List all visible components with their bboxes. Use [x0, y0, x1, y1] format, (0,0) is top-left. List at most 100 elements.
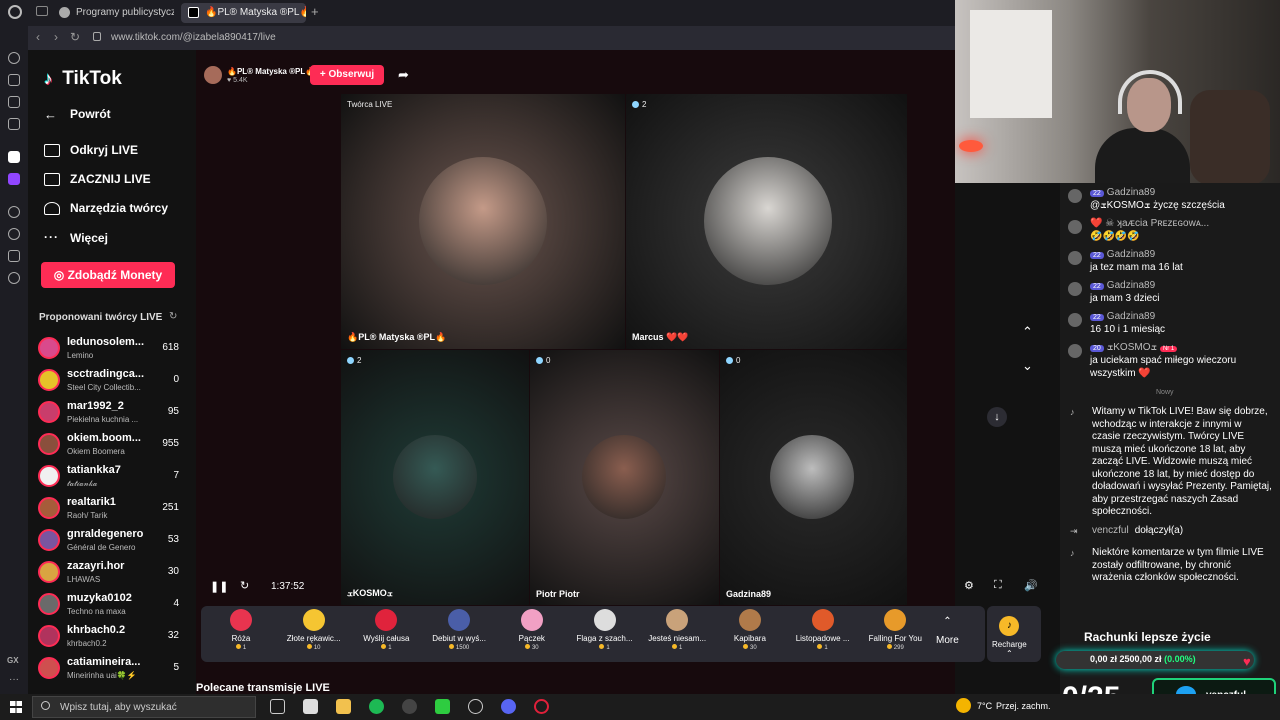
player-icon[interactable] — [8, 206, 20, 218]
get-coins-button[interactable]: ◎ Zdobądź Monety — [41, 262, 175, 288]
wallet-icon[interactable] — [8, 96, 20, 108]
creator-viewers: 955 — [162, 438, 179, 449]
chat-avatar[interactable] — [1068, 282, 1082, 296]
twitch-icon[interactable] — [8, 173, 20, 185]
creator-subtitle: Piekielna kuchnia ... — [67, 415, 139, 424]
shopping-icon[interactable] — [8, 74, 20, 86]
video-cell-guest[interactable]: 2 Marcus ❤️❤️ — [626, 94, 907, 349]
creator-item[interactable]: gnraldegenero Général de Genero 53 — [36, 526, 181, 556]
nav-discover-live[interactable]: Odkryj LIVE — [44, 143, 138, 157]
creator-item[interactable]: okiem.boom... Okiem Boomera 955 — [36, 430, 181, 460]
chat-user[interactable]: ❤️ ☠ ʞaᴁcia Pʀᴇᴢᴇɢᴏᴡᴀ... — [1090, 218, 1209, 229]
chevron-down-icon[interactable]: ⌄ — [1022, 358, 1033, 374]
chat-avatar[interactable] — [1068, 344, 1082, 358]
kick-icon[interactable] — [435, 699, 450, 714]
history-icon[interactable] — [8, 228, 20, 240]
back-icon[interactable]: ‹ — [36, 30, 40, 44]
chat-user[interactable]: Gadzina89 — [1107, 249, 1155, 260]
fullscreen-icon[interactable]: ⛶ — [994, 579, 1002, 592]
extensions-icon[interactable] — [8, 250, 20, 262]
tiktok-icon[interactable] — [8, 151, 20, 163]
task-view-icon[interactable] — [270, 699, 285, 714]
chat-avatar[interactable] — [1068, 251, 1082, 265]
tiktok-logo[interactable]: ♪ TikTok — [44, 68, 122, 90]
reload-icon[interactable]: ↻ — [70, 30, 80, 44]
messenger-icon[interactable] — [8, 118, 20, 130]
gift-item[interactable]: Kapibara 30 — [711, 609, 789, 651]
windows-taskbar: Wpisz tutaj, aby wyszukać 7°C Przej. zac… — [0, 694, 1280, 720]
creator-item[interactable]: ledunosolem... Lemino 618 — [36, 334, 181, 364]
video-cell-host[interactable]: Twórca LIVE 🔥PL® Matyska ®PL🔥 — [341, 94, 625, 349]
chat-avatar[interactable] — [1068, 220, 1082, 234]
windows-start-icon[interactable] — [10, 701, 22, 713]
creator-avatar — [38, 465, 60, 487]
gift-item[interactable]: Złote rękawic... 10 — [275, 609, 353, 651]
host-avatar[interactable] — [204, 66, 222, 84]
new-tab-button[interactable]: + — [311, 4, 319, 19]
refresh-icon[interactable]: ↻ — [169, 311, 177, 322]
chat-avatar[interactable] — [1068, 189, 1082, 203]
creator-item[interactable]: catiamineira... Mineirinha uai🍀⚡ 5 — [36, 654, 181, 684]
nav-creator-tools[interactable]: Narzędzia twórcy — [44, 201, 168, 215]
refresh-icon[interactable]: ↻ — [240, 579, 249, 592]
settings-icon[interactable] — [8, 272, 20, 284]
file-explorer-icon[interactable] — [336, 699, 351, 714]
video-cell-guest[interactable]: 0 Gadzina89 — [720, 350, 907, 605]
tab-tiktok-live[interactable]: 🔥PL® Matyska ®PL🔥 — [181, 3, 306, 23]
gift-item[interactable]: Jesteś niesam... 1 — [638, 609, 716, 651]
nav-back[interactable]: ← Powrót — [44, 107, 111, 121]
gift-item[interactable]: Wyślij całusa 1 — [347, 609, 425, 651]
tab-overview-icon[interactable] — [36, 6, 48, 16]
app-icon[interactable] — [468, 699, 483, 714]
chat-header: 22 Gadzina89 — [1090, 249, 1155, 260]
forward-icon[interactable]: › — [54, 30, 58, 44]
gift-item[interactable]: Debiut w wyś... 1500 — [420, 609, 498, 651]
chat-user[interactable]: Gadzina89 — [1107, 280, 1155, 291]
creator-item[interactable]: realtarik1 Raoh/ Tarik 251 — [36, 494, 181, 524]
creator-item[interactable]: zazayri.hor LHAWAS 30 — [36, 558, 181, 588]
nav-start-live[interactable]: ZACZNIJ LIVE — [44, 172, 151, 186]
share-icon[interactable]: ➦ — [398, 67, 409, 83]
creator-item[interactable]: muzyka0102 Techno na maxa 4 — [36, 590, 181, 620]
chevron-up-icon[interactable]: ⌃ — [1022, 324, 1033, 340]
gift-item[interactable]: Falling For You 299 — [856, 609, 934, 651]
chat-text: ja tez mam ma 16 lat — [1090, 262, 1183, 273]
chat-user[interactable]: Gadzina89 — [1107, 187, 1155, 198]
gift-item[interactable]: Flaga z szach... 1 — [566, 609, 644, 651]
spotify-icon[interactable] — [369, 699, 384, 714]
video-cell-guest[interactable]: 2 ܫKOSMOܫ — [341, 350, 529, 605]
chat-avatar[interactable] — [1068, 313, 1082, 327]
creator-item[interactable]: mar1992_2 Piekielna kuchnia ... 95 — [36, 398, 181, 428]
opera-logo-icon[interactable] — [8, 5, 22, 19]
aria-icon[interactable] — [8, 52, 20, 64]
scroll-down-button[interactable]: ↓ — [987, 407, 1007, 427]
chat-user[interactable]: Gadzina89 — [1107, 311, 1155, 322]
pause-icon[interactable]: ❚❚ — [210, 580, 228, 593]
settings-icon[interactable]: ⚙ — [964, 579, 974, 592]
obs-icon[interactable] — [402, 699, 417, 714]
tab-programy[interactable]: Programy publicystyczne — [52, 3, 174, 23]
more-icon[interactable]: ··· — [9, 674, 19, 685]
taskbar-search[interactable]: Wpisz tutaj, aby wyszukać — [32, 696, 256, 718]
discord-icon[interactable] — [501, 699, 516, 714]
gift-item[interactable]: Róża 1 — [202, 609, 280, 651]
gift-item[interactable]: Pączek 30 — [493, 609, 571, 651]
creator-viewers: 0 — [173, 374, 179, 385]
recharge-button[interactable]: ♪ Recharge ⌃ — [992, 616, 1027, 658]
gift-item[interactable]: Listopadowe ... 1 — [784, 609, 862, 651]
opera-gx-icon[interactable] — [534, 699, 549, 714]
host-name[interactable]: 🔥PL® Matyska ®PL🔥 — [227, 67, 315, 76]
url-field[interactable]: www.tiktok.com/@izabela890417/live — [111, 32, 276, 43]
goal-values: 0,00 zł 2500,00 zł (0.00%) — [1090, 654, 1196, 664]
follow-button[interactable]: + Obserwuj — [310, 65, 384, 85]
creator-item[interactable]: khrbach0.2 khrbach0.2 32 — [36, 622, 181, 652]
chat-user[interactable]: ܫKOSMOܫ — [1107, 342, 1157, 353]
creator-item[interactable]: tatiankka7 𝓉𝒶𝓉𝒾𝒶𝓃𝓀𝒶 7 — [36, 462, 181, 492]
more-gifts-button[interactable]: ⌃ More — [936, 616, 959, 646]
video-grid: Twórca LIVE 🔥PL® Matyska ®PL🔥 2 Marcus ❤… — [341, 94, 907, 605]
volume-icon[interactable]: 🔊 — [1024, 579, 1038, 592]
video-cell-guest[interactable]: 0 Piotr Piotr — [530, 350, 719, 605]
creator-item[interactable]: scctradingca... Steel City Collectib... 0 — [36, 366, 181, 396]
store-icon[interactable] — [303, 699, 318, 714]
nav-more[interactable]: ··· Więcej — [44, 231, 108, 246]
